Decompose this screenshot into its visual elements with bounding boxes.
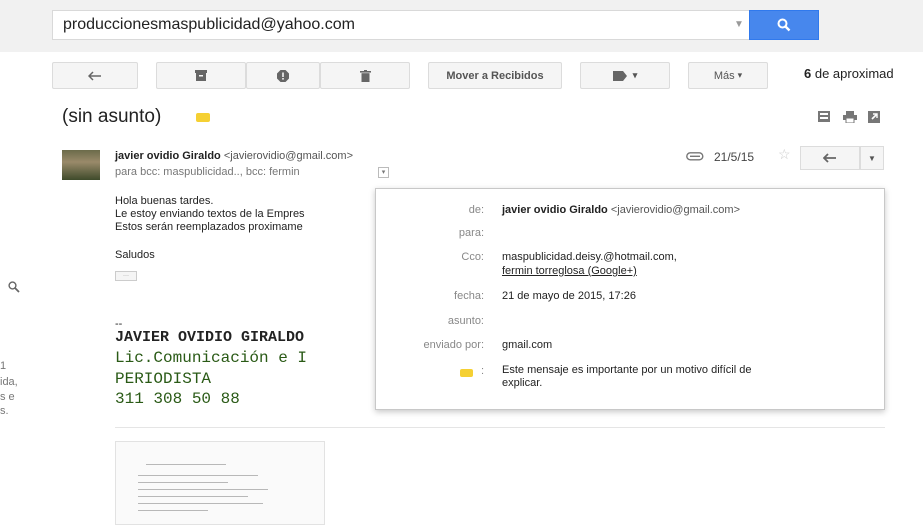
search-icon xyxy=(777,18,791,32)
signature-phone: 311 308 50 88 xyxy=(115,390,240,408)
from-email: <javierovidio@gmail.com> xyxy=(610,204,740,216)
move-to-inbox-button[interactable]: Mover a Recibidos xyxy=(428,62,562,89)
labels-caret-icon: ▾ xyxy=(632,70,638,80)
more-caret-icon: ▾ xyxy=(737,70,743,80)
importance-text-1: Este mensaje es importante por un motivo… xyxy=(502,364,752,376)
attachments-divider xyxy=(115,427,885,428)
bcc-value-1: maspublicidad.deisy.@hotmail.com, xyxy=(502,251,677,263)
sent-by-value: gmail.com xyxy=(502,339,553,351)
sender-email: <javierovidio@gmail.com> xyxy=(223,150,353,162)
search-options-caret-icon[interactable]: ▼ xyxy=(734,19,744,30)
more-button[interactable]: Más ▾ xyxy=(688,62,768,89)
message-more-button[interactable]: ▼ xyxy=(860,146,884,170)
sidebar-fragment: ida, xyxy=(0,376,18,388)
star-icon[interactable]: ☆ xyxy=(778,146,791,163)
attachment-thumbnail[interactable] xyxy=(115,441,325,525)
sidebar-fragment: 1 xyxy=(0,360,7,372)
expand-all-icon[interactable] xyxy=(818,111,830,125)
importance-colon: : xyxy=(480,365,484,377)
signature-name: JAVIER OVIDIO GIRALDO xyxy=(115,329,305,346)
sidebar-search-icon[interactable] xyxy=(8,280,20,298)
message-counter: 6 de aproximad xyxy=(804,66,894,81)
important-marker-icon[interactable] xyxy=(196,113,210,122)
sent-by-label: enviado por: xyxy=(423,339,484,351)
labels-button[interactable]: ▾ xyxy=(580,62,670,89)
back-button[interactable] xyxy=(52,62,138,89)
show-details-toggle-icon[interactable]: ▾ xyxy=(378,167,389,178)
body-line: Estos serán reemplazados proximame xyxy=(115,221,303,233)
search-input[interactable]: produccionesmaspublicidad@yahoo.com xyxy=(52,10,760,40)
sender-name[interactable]: javier ovidio Giraldo xyxy=(115,150,221,162)
delete-button[interactable] xyxy=(320,62,410,89)
signature-title: Lic.Comunicación e I xyxy=(115,349,308,367)
new-window-icon[interactable] xyxy=(868,111,880,126)
reply-button[interactable] xyxy=(800,146,860,170)
attachment-icon xyxy=(686,152,704,164)
to-label: para: xyxy=(458,227,484,239)
body-line: Saludos xyxy=(115,249,155,261)
from-name: javier ovidio Giraldo xyxy=(502,204,608,216)
archive-button[interactable] xyxy=(156,62,246,89)
from-label: de: xyxy=(468,204,484,216)
sidebar-fragment: s e xyxy=(0,391,15,403)
show-trimmed-content-button[interactable]: ··· xyxy=(115,271,137,281)
date-label: fecha: xyxy=(454,290,484,302)
search-button[interactable] xyxy=(749,10,819,40)
importance-text-2: explicar. xyxy=(502,377,543,389)
from-value: javier ovidio Giraldo <javierovidio@gmai… xyxy=(502,204,740,216)
sender-line: javier ovidio Giraldo <javierovidio@gmai… xyxy=(115,150,353,162)
sidebar-fragment: s. xyxy=(0,405,9,417)
subject-label: asunto: xyxy=(447,315,484,327)
print-icon[interactable] xyxy=(843,111,857,126)
chevron-down-icon: ▼ xyxy=(868,153,876,163)
label-tag-icon xyxy=(612,70,627,81)
bcc-value-2-link[interactable]: fermin torreglosa (Google+) xyxy=(502,265,637,277)
report-spam-button[interactable] xyxy=(246,62,320,89)
reply-icon xyxy=(823,153,836,163)
recipients-summary: para bcc: maspublicidad.., bcc: fermin xyxy=(115,166,300,178)
sender-avatar xyxy=(62,150,100,180)
date-value: 21 de mayo de 2015, 17:26 xyxy=(502,290,636,302)
body-line: Le estoy enviando textos de la Empres xyxy=(115,208,305,220)
signature-role: PERIODISTA xyxy=(115,370,212,388)
counter-text: de aproximad xyxy=(811,66,894,81)
back-arrow-icon xyxy=(88,70,101,81)
message-details-popup: de: javier ovidio Giraldo <javierovidio@… xyxy=(375,188,885,410)
spam-icon xyxy=(277,69,289,82)
thread-subject: (sin asunto) xyxy=(62,106,162,127)
archive-icon xyxy=(195,70,207,81)
bcc-label: Cco: xyxy=(461,251,484,263)
message-date: 21/5/15 xyxy=(714,150,755,164)
body-line: Hola buenas tardes. xyxy=(115,195,214,207)
more-button-label: Más xyxy=(713,69,735,82)
trash-icon xyxy=(359,69,371,82)
